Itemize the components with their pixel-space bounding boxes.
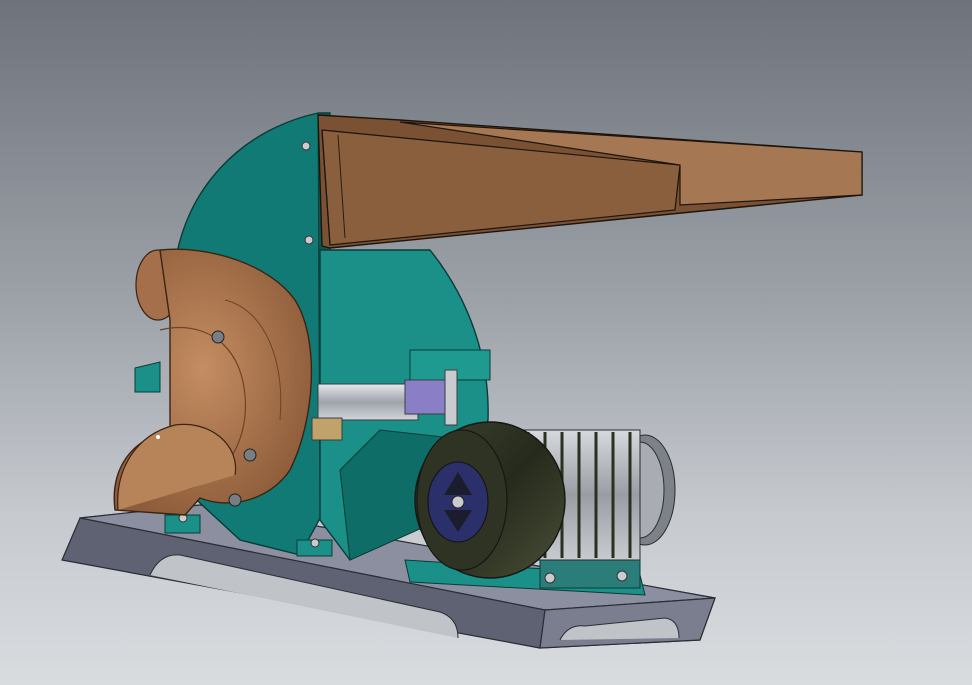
feed-hopper-icon: [317, 114, 863, 249]
electric-motor-icon: [414, 421, 676, 579]
cad-viewport: [0, 0, 972, 685]
hammer-mill-model: [61, 112, 863, 649]
